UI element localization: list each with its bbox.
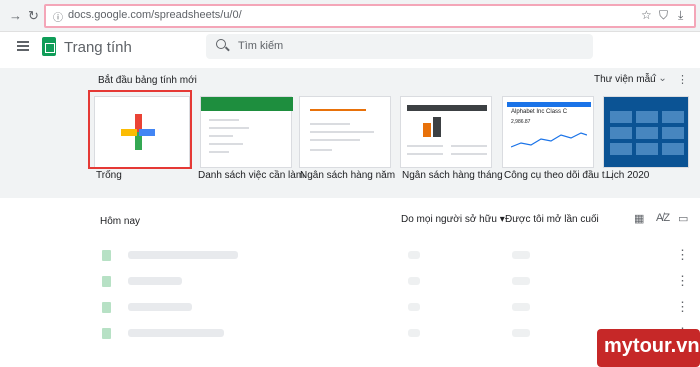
template-label-investment-tracker[interactable]: Công cụ theo dõi đầu t... [504, 170, 613, 181]
app-title[interactable]: Trang tính [64, 39, 132, 56]
file-owner [408, 277, 420, 285]
template-label-calendar[interactable]: Lịch 2020 [606, 170, 649, 181]
file-owner [408, 251, 420, 259]
preview-calendar-grid [610, 111, 684, 155]
preview-line [407, 145, 443, 147]
site-info-icon[interactable]: ⓘ [53, 9, 63, 24]
file-row[interactable]: ⋮ [0, 242, 700, 269]
file-owner [408, 329, 420, 337]
sort-az-icon[interactable]: A̸Z [656, 212, 670, 224]
sheet-file-icon [102, 276, 111, 287]
template-label-annual-budget[interactable]: Ngân sách hàng năm [300, 170, 395, 181]
preview-line [451, 153, 487, 155]
preview-header [407, 105, 487, 111]
file-name[interactable] [128, 329, 224, 337]
sheet-file-icon [102, 328, 111, 339]
preview-line [310, 123, 350, 125]
owner-filter-dropdown[interactable]: Do mọi người sở hữu ▾ [401, 214, 505, 225]
template-header-bar [201, 97, 293, 111]
grid-view-icon[interactable]: ▦ [634, 212, 644, 225]
more-options-icon[interactable]: ⋮ [677, 73, 688, 86]
file-row[interactable]: ⋮ [0, 320, 700, 347]
url-text[interactable]: docs.google.com/spreadsheets/u/0/ [68, 9, 242, 21]
preview-line [209, 151, 229, 153]
search-icon [216, 39, 226, 49]
file-name[interactable] [128, 303, 192, 311]
file-name[interactable] [128, 277, 182, 285]
file-more-icon[interactable]: ⋮ [676, 299, 689, 315]
preview-line-chart [511, 132, 587, 148]
recent-section-title: Hôm nay [100, 216, 141, 227]
file-date [512, 303, 530, 311]
template-gallery-button[interactable]: Thư viện mẫu [594, 74, 656, 85]
expand-collapse-icon[interactable]: ⌃⌄ [650, 73, 667, 84]
preview-line [310, 139, 360, 141]
template-investment-tracker[interactable]: Alphabet Inc Class C 2,986.87 [502, 96, 594, 168]
file-row[interactable]: ⋮ [0, 268, 700, 295]
preview-line [209, 135, 233, 137]
preview-line [310, 149, 332, 151]
preview-stock-value: 2,986.87 [511, 119, 531, 125]
watermark-logo: mytour.vn [597, 329, 700, 367]
back-icon[interactable]: → [9, 8, 22, 23]
sheet-file-icon [102, 302, 111, 313]
file-more-icon[interactable]: ⋮ [676, 273, 689, 289]
preview-line [209, 143, 243, 145]
preview-header [507, 102, 591, 107]
preview-line [310, 131, 374, 133]
template-calendar-2020[interactable] [603, 96, 689, 168]
download-icon[interactable]: ⤓ [678, 8, 683, 23]
template-annual-budget[interactable] [299, 96, 391, 168]
template-label-todo[interactable]: Danh sách việc cần làm [198, 170, 304, 181]
preview-line [209, 119, 239, 121]
owner-filter-label[interactable]: Do mọi người sở hữu [401, 214, 497, 225]
preview-line [451, 145, 487, 147]
preview-bar [433, 117, 441, 137]
sort-label[interactable]: Được tôi mở lần cuối [505, 214, 599, 225]
preview-line [209, 127, 249, 129]
search-bar[interactable]: Tìm kiếm [206, 34, 593, 59]
sheet-file-icon [102, 250, 111, 261]
preview-stock-title: Alphabet Inc Class C [511, 109, 568, 115]
reload-icon[interactable]: ↻ [28, 8, 39, 24]
search-placeholder[interactable]: Tìm kiếm [238, 40, 283, 52]
file-date [512, 251, 530, 259]
file-name[interactable] [128, 251, 238, 259]
template-monthly-budget[interactable] [400, 96, 492, 168]
bookmark-star-icon[interactable]: ☆ [641, 8, 652, 22]
folder-picker-icon[interactable]: ▭ [678, 212, 688, 225]
main-menu-icon[interactable] [17, 41, 29, 51]
file-date [512, 277, 530, 285]
preview-bar [423, 123, 431, 137]
file-more-icon[interactable]: ⋮ [676, 247, 689, 263]
template-label-monthly-budget[interactable]: Ngân sách hàng tháng [402, 170, 503, 181]
template-todo[interactable] [200, 96, 293, 168]
highlight-box [88, 90, 192, 169]
file-date [512, 329, 530, 337]
browser-bar: → ↻ ⓘ docs.google.com/spreadsheets/u/0/ … [0, 0, 700, 32]
shield-icon[interactable]: ⛉ [659, 8, 668, 23]
preview-line [407, 153, 443, 155]
sheets-logo-icon[interactable] [42, 37, 56, 56]
template-label-blank[interactable]: Trống [96, 170, 122, 181]
template-section-title: Bắt đầu bảng tính mới [98, 75, 197, 86]
preview-title [310, 109, 366, 111]
file-row[interactable]: ⋮ [0, 294, 700, 321]
file-owner [408, 303, 420, 311]
